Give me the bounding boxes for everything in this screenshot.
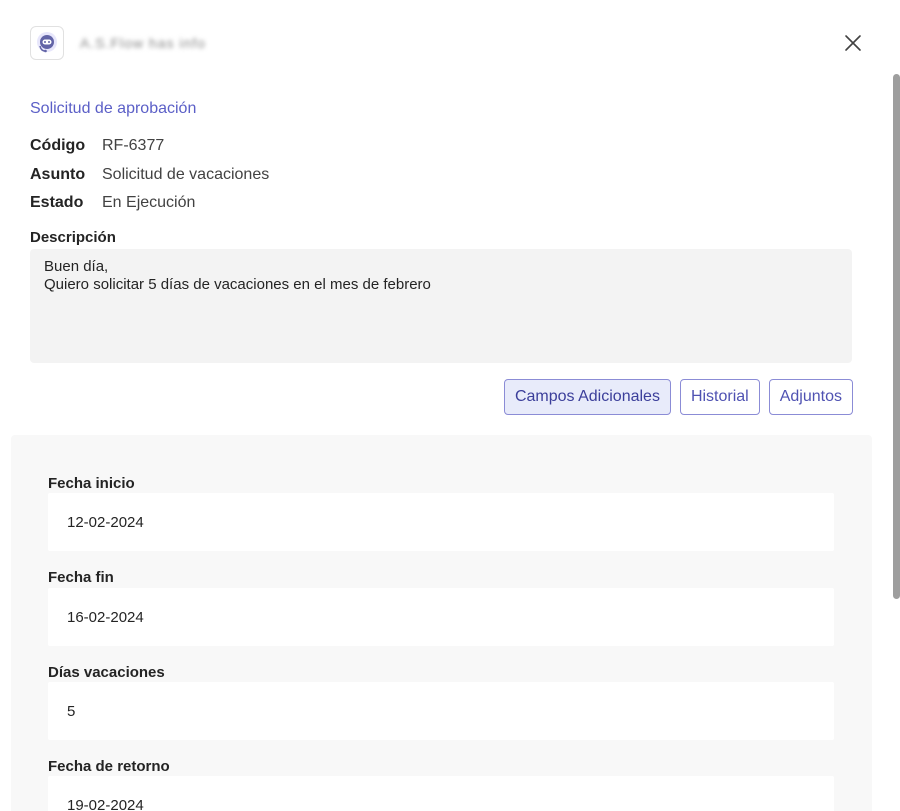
field-value: 5 bbox=[67, 702, 76, 720]
description-line: Buen día, bbox=[44, 258, 109, 275]
field-label-start-date: Fecha inicio bbox=[48, 475, 135, 492]
field-value: 12-02-2024 bbox=[67, 513, 144, 531]
dialog-header: A.S.Flow has info bbox=[30, 25, 206, 61]
field-label-return-date: Fecha de retorno bbox=[48, 758, 170, 775]
description-label: Descripción bbox=[30, 229, 116, 246]
end-date-field[interactable]: 16-02-2024 bbox=[48, 588, 834, 646]
close-icon bbox=[845, 35, 861, 51]
info-row-subject: Asunto Solicitud de vacaciones bbox=[30, 165, 269, 185]
section-title: Solicitud de aprobación bbox=[30, 100, 197, 117]
field-value: 16-02-2024 bbox=[67, 608, 144, 626]
description-box: Buen día, Quiero solicitar 5 días de vac… bbox=[30, 249, 852, 363]
attachments-button[interactable]: Adjuntos bbox=[768, 379, 853, 415]
field-value: 19-02-2024 bbox=[67, 796, 144, 811]
info-row-code: Código RF-6377 bbox=[30, 136, 164, 156]
extra-fields-button[interactable]: Campos Adicionales bbox=[503, 379, 671, 415]
start-date-field[interactable]: 12-02-2024 bbox=[48, 493, 834, 551]
close-button[interactable] bbox=[838, 28, 868, 58]
description-line: Quiero solicitar 5 días de vacaciones en… bbox=[44, 276, 431, 293]
bot-app-icon bbox=[30, 26, 64, 60]
app-name: A.S.Flow has info bbox=[80, 35, 206, 51]
info-value: RF-6377 bbox=[102, 137, 165, 154]
return-date-field[interactable]: 19-02-2024 bbox=[48, 776, 834, 811]
vacation-days-field[interactable]: 5 bbox=[48, 682, 834, 740]
info-label: Código bbox=[30, 137, 86, 154]
info-value: En Ejecución bbox=[102, 194, 196, 211]
info-value: Solicitud de vacaciones bbox=[102, 166, 270, 183]
info-label: Asunto bbox=[30, 166, 86, 183]
field-label-vacation-days: Días vacaciones bbox=[48, 664, 165, 681]
scrollbar-thumb[interactable] bbox=[893, 74, 900, 599]
field-label-end-date: Fecha fin bbox=[48, 569, 114, 586]
tab-buttons: Campos Adicionales Historial Adjuntos bbox=[503, 379, 853, 415]
info-label: Estado bbox=[30, 194, 84, 211]
info-row-status: Estado En Ejecución bbox=[30, 193, 195, 213]
history-button[interactable]: Historial bbox=[679, 379, 760, 415]
approval-dialog: A.S.Flow has info Solicitud de aprobació… bbox=[0, 0, 900, 811]
